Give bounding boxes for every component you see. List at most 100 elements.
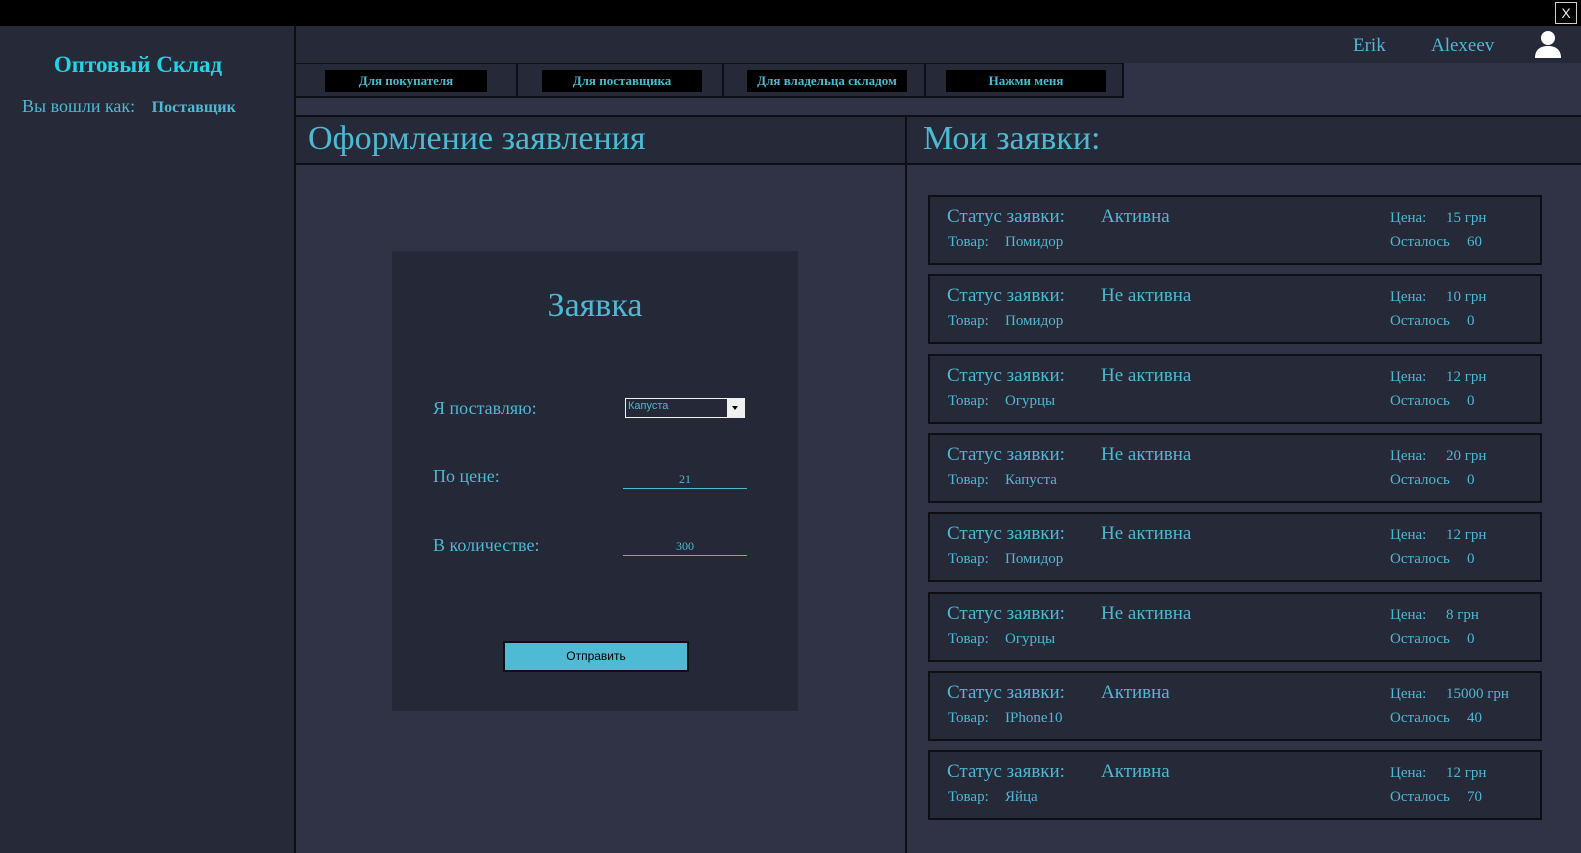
supply-label: Я поставляю:	[433, 398, 537, 418]
order-price-label: Цена:	[1390, 210, 1427, 226]
tab-press-me: Нажми меня	[926, 64, 1124, 97]
form-title: Заявка	[547, 287, 643, 324]
order-good-value: Капуста	[1005, 472, 1057, 488]
order-price-label: Цена:	[1390, 765, 1427, 781]
order-card[interactable]: Статус заявки: Не активна Товар: Огурцы Цена…	[928, 354, 1542, 424]
order-status-label: Статус заявки:	[947, 603, 1065, 624]
orders-panel-header: Мои заявки:	[907, 115, 1581, 165]
submit-button[interactable]: Отправить	[503, 641, 689, 672]
close-button[interactable]: X	[1555, 2, 1577, 24]
sidebar: Оптовый Склад Вы вошли как: Поставщик	[0, 26, 296, 853]
price-label: По цене:	[433, 466, 500, 486]
login-info: Вы вошли как: Поставщик	[22, 96, 236, 117]
title-bar: X	[0, 0, 1581, 26]
order-card[interactable]: Статус заявки: Не активна Товар: Помидор Цен…	[928, 274, 1542, 344]
order-status-label: Статус заявки:	[947, 523, 1065, 544]
order-price-value: 15 грн	[1446, 210, 1487, 226]
request-form: Заявка Я поставляю: Капуста По цене: В к…	[392, 251, 798, 711]
panel-divider	[905, 115, 907, 853]
order-good-value: Огурцы	[1005, 393, 1056, 409]
order-price-label: Цена:	[1390, 686, 1427, 702]
order-good-value: IPhone10	[1005, 710, 1063, 726]
order-good-label: Товар:	[948, 551, 989, 567]
user-last-name: Alexeev	[1431, 35, 1495, 56]
order-remaining-label: Осталось	[1390, 631, 1450, 647]
supply-select-value: Капуста	[628, 400, 669, 412]
order-remaining-label: Осталось	[1390, 472, 1450, 488]
orders-panel-title: Мои заявки:	[923, 120, 1101, 157]
order-card[interactable]: Статус заявки: Не активна Товар: Помидор Цен…	[928, 512, 1542, 582]
order-price-value: 15000 грн	[1446, 686, 1509, 702]
order-remaining-value: 0	[1467, 551, 1475, 567]
order-remaining-label: Осталось	[1390, 551, 1450, 567]
order-remaining-value: 0	[1467, 472, 1475, 488]
order-price-value: 10 грн	[1446, 289, 1487, 305]
order-status-label: Статус заявки:	[947, 761, 1065, 782]
price-input[interactable]	[623, 471, 747, 489]
order-status-value: Активна	[1101, 206, 1170, 227]
order-remaining-value: 70	[1467, 789, 1482, 805]
order-status-value: Не активна	[1101, 444, 1192, 465]
order-price-value: 20 грн	[1446, 448, 1487, 464]
tab-buyer-button[interactable]: Для покупателя	[325, 70, 487, 92]
order-price-value: 12 грн	[1446, 765, 1487, 781]
supply-select[interactable]: Капуста	[625, 398, 745, 418]
order-card[interactable]: Статус заявки: Активна Товар: IPhone10 Цена:…	[928, 671, 1542, 741]
form-panel-title: Оформление заявления	[308, 120, 646, 157]
order-price-label: Цена:	[1390, 607, 1427, 623]
order-remaining-label: Осталось	[1390, 789, 1450, 805]
tab-owner-button[interactable]: Для владельца складом	[747, 70, 907, 92]
order-status-value: Не активна	[1101, 603, 1192, 624]
order-good-value: Помидор	[1005, 551, 1064, 567]
order-card[interactable]: Статус заявки: Не активна Товар: Капуста Цен…	[928, 433, 1542, 503]
quantity-input[interactable]	[623, 538, 747, 556]
tab-buyer: Для покупателя	[296, 64, 518, 97]
order-price-value: 8 грн	[1446, 607, 1479, 623]
order-good-value: Огурцы	[1005, 631, 1056, 647]
main-area: Erik Alexeev Для покупателя Для поставщи…	[296, 26, 1581, 853]
order-remaining-value: 60	[1467, 234, 1482, 250]
order-price-value: 12 грн	[1446, 369, 1487, 385]
app-title: Оптовый Склад	[53, 52, 223, 77]
quantity-label: В количестве:	[433, 535, 540, 555]
order-status-value: Не активна	[1101, 365, 1192, 386]
tab-bar: Для покупателя Для поставщика Для владел…	[296, 63, 1124, 98]
tab-press-me-button[interactable]: Нажми меня	[946, 70, 1106, 92]
order-remaining-label: Осталось	[1390, 234, 1450, 250]
order-remaining-value: 0	[1467, 631, 1475, 647]
order-remaining-value: 0	[1467, 393, 1475, 409]
tab-owner: Для владельца складом	[724, 64, 926, 97]
order-remaining-value: 0	[1467, 313, 1475, 329]
order-good-value: Яйца	[1005, 789, 1038, 805]
form-panel-header: Оформление заявления	[296, 115, 905, 165]
order-price-label: Цена:	[1390, 289, 1427, 305]
order-card[interactable]: Статус заявки: Активна Товар: Яйца Цена: 12 г…	[928, 750, 1542, 820]
order-status-value: Не активна	[1101, 523, 1192, 544]
order-status-label: Статус заявки:	[947, 444, 1065, 465]
tab-supplier: Для поставщика	[518, 64, 724, 97]
order-good-value: Помидор	[1005, 313, 1064, 329]
user-first-name: Erik	[1353, 35, 1386, 56]
order-remaining-value: 40	[1467, 710, 1482, 726]
order-price-value: 12 грн	[1446, 527, 1487, 543]
login-role: Поставщик	[151, 99, 236, 116]
user-icon[interactable]	[1534, 30, 1562, 58]
order-status-value: Не активна	[1101, 285, 1192, 306]
chevron-down-icon[interactable]	[727, 399, 744, 417]
order-good-label: Товар:	[948, 631, 989, 647]
order-price-label: Цена:	[1390, 527, 1427, 543]
order-good-label: Товар:	[948, 789, 989, 805]
login-label: Вы вошли как:	[22, 96, 136, 116]
order-good-label: Товар:	[948, 234, 989, 250]
order-price-label: Цена:	[1390, 369, 1427, 385]
order-price-label: Цена:	[1390, 448, 1427, 464]
order-status-label: Статус заявки:	[947, 206, 1065, 227]
order-good-label: Товар:	[948, 313, 989, 329]
order-card[interactable]: Статус заявки: Не активна Товар: Огурцы Цена…	[928, 592, 1542, 662]
tab-supplier-button[interactable]: Для поставщика	[542, 70, 702, 92]
order-good-value: Помидор	[1005, 234, 1064, 250]
order-status-label: Статус заявки:	[947, 365, 1065, 386]
order-card[interactable]: Статус заявки: Активна Товар: Помидор Цена: 1…	[928, 195, 1542, 265]
order-status-value: Активна	[1101, 682, 1170, 703]
order-good-label: Товар:	[948, 710, 989, 726]
